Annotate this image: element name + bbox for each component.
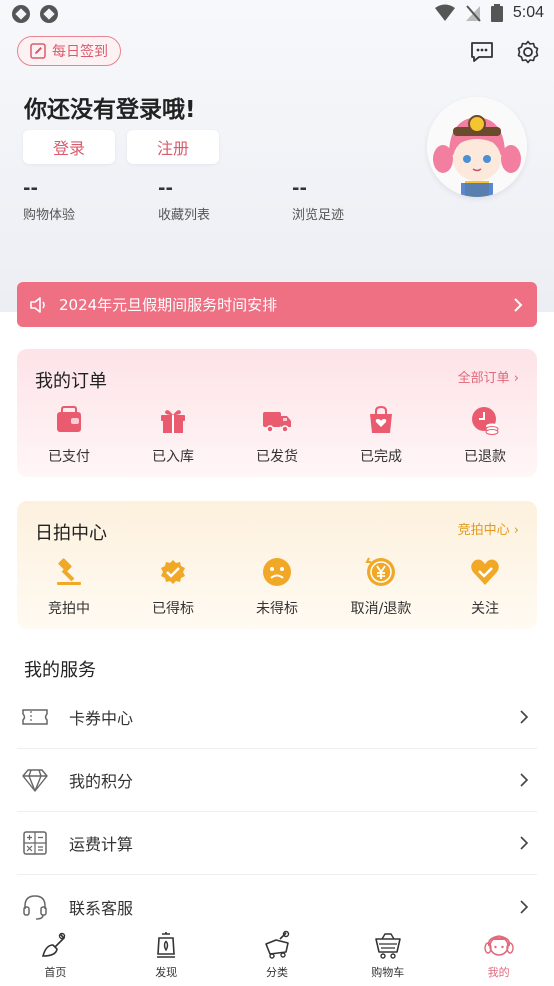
service-label: 运费计算 <box>69 835 134 854</box>
order-stored[interactable]: 已入库 <box>121 404 225 466</box>
announcement-text: 2024年元旦假期间服务时间安排 <box>59 296 278 314</box>
login-button[interactable]: 登录 <box>23 130 115 164</box>
order-shipped[interactable]: 已发货 <box>225 404 329 466</box>
auction-watchlist[interactable]: 关注 <box>433 556 537 618</box>
speaker-icon <box>30 296 45 313</box>
stat-label: 购物体验 <box>23 208 76 223</box>
stat-value: -- <box>158 178 173 199</box>
heart-check-icon <box>471 559 499 585</box>
status-bar: 5:04 <box>0 0 554 30</box>
service-label: 联系客服 <box>69 898 134 918</box>
service-points[interactable]: 我的积分 <box>17 749 537 812</box>
stat-value: -- <box>292 178 307 199</box>
truck-icon <box>263 412 291 433</box>
order-status-label: 已发货 <box>256 449 298 465</box>
sad-face-icon <box>263 558 291 586</box>
cart-icon <box>374 933 401 959</box>
auction-won[interactable]: 已得标 <box>121 556 225 618</box>
refund-icon <box>472 407 499 435</box>
auction-cancelled[interactable]: 取消/退款 <box>329 556 433 618</box>
nav-profile[interactable]: 我的 <box>443 924 554 986</box>
battery-icon <box>490 4 503 22</box>
nav-label: 发现 <box>155 966 178 979</box>
service-shipping-calculator[interactable]: 运费计算 <box>17 812 537 875</box>
settings-gear-icon[interactable] <box>516 40 540 64</box>
auction-center-card: 日拍中心 竞拍中心 › 竞拍中 已得标 未得标 取消/退款 关注 <box>17 501 537 629</box>
orders-title: 我的订单 <box>35 371 107 392</box>
chevron-right-icon <box>520 773 529 787</box>
checkin-label: 每日签到 <box>52 44 108 60</box>
auction-status-label: 取消/退款 <box>350 601 412 617</box>
gift-icon <box>161 410 185 433</box>
auction-status-label: 竞拍中 <box>48 601 90 617</box>
bottom-navigation: 首页 发现 分类 购物车 我的 <box>0 924 554 986</box>
nav-categories[interactable]: 分类 <box>222 924 333 986</box>
diamond-icon <box>22 769 48 792</box>
stat-value: -- <box>23 178 38 199</box>
auction-title: 日拍中心 <box>35 523 107 544</box>
chevron-right-icon <box>520 836 529 850</box>
ticket-icon <box>22 709 48 725</box>
nav-home[interactable]: 首页 <box>0 924 111 986</box>
wifi-icon <box>434 4 455 21</box>
auction-center-link[interactable]: 竞拍中心 › <box>458 519 519 538</box>
auction-lost[interactable]: 未得标 <box>225 556 329 618</box>
edit-icon <box>30 43 46 59</box>
nav-discover[interactable]: 发现 <box>111 924 222 986</box>
lantern-icon <box>157 932 176 958</box>
auction-status-label: 关注 <box>471 601 499 617</box>
nav-label: 我的 <box>487 966 510 979</box>
stat-browsing-history[interactable]: -- 浏览足迹 <box>292 178 402 223</box>
minecart-icon <box>265 930 290 959</box>
order-paid[interactable]: 已支付 <box>17 404 121 466</box>
avatar-girl-icon <box>427 97 527 197</box>
bag-heart-icon <box>370 405 392 433</box>
wallet-icon <box>57 406 81 432</box>
services-title: 我的服务 <box>24 660 96 681</box>
order-status-label: 已退款 <box>464 449 506 465</box>
gavel-icon <box>57 558 81 585</box>
my-orders-card: 我的订单 全部订单 › 已支付 已入库 已发货 已完成 已退款 <box>17 349 537 477</box>
auction-bidding[interactable]: 竞拍中 <box>17 556 121 618</box>
auction-status-label: 未得标 <box>256 601 298 617</box>
stat-label: 浏览足迹 <box>292 208 345 223</box>
order-status-label: 已入库 <box>152 449 194 465</box>
service-coupons[interactable]: 卡券中心 <box>17 686 537 749</box>
calculator-icon <box>23 831 47 855</box>
auction-status-label: 已得标 <box>152 601 194 617</box>
stat-favorites[interactable]: -- 收藏列表 <box>158 178 268 223</box>
order-status-label: 已支付 <box>48 449 90 465</box>
daily-checkin-button[interactable]: 每日签到 <box>17 36 121 66</box>
order-status-label: 已完成 <box>360 449 402 465</box>
avatar-girl-icon <box>483 935 514 956</box>
service-label: 我的积分 <box>69 772 134 791</box>
chevron-right-icon <box>514 297 523 312</box>
badge-check-icon <box>161 560 185 584</box>
login-prompt-title: 你还没有登录哦! <box>24 97 196 123</box>
yen-coin-icon <box>365 557 395 586</box>
order-refunded[interactable]: 已退款 <box>433 404 537 466</box>
chevron-right-icon <box>520 899 529 914</box>
announcement-banner[interactable]: 2024年元旦假期间服务时间安排 <box>17 282 537 327</box>
nav-label: 购物车 <box>371 966 405 979</box>
nav-label: 分类 <box>265 966 288 979</box>
app-notification-icon <box>40 5 58 23</box>
message-icon[interactable] <box>470 40 494 64</box>
headset-icon <box>23 894 47 920</box>
app-notification-icon <box>12 5 30 23</box>
all-orders-link[interactable]: 全部订单 › <box>458 367 519 386</box>
chevron-right-icon <box>520 710 529 724</box>
signal-icon <box>465 5 481 22</box>
nav-cart[interactable]: 购物车 <box>332 924 443 986</box>
register-button[interactable]: 注册 <box>127 130 219 164</box>
service-label: 卡券中心 <box>69 709 134 728</box>
user-avatar[interactable] <box>427 97 527 197</box>
order-completed[interactable]: 已完成 <box>329 404 433 466</box>
status-time: 5:04 <box>512 4 544 21</box>
stat-label: 收藏列表 <box>158 208 211 223</box>
shovel-home-icon <box>42 932 66 957</box>
stat-shopping-experience[interactable]: -- 购物体验 <box>23 178 133 223</box>
nav-label: 首页 <box>44 966 67 979</box>
